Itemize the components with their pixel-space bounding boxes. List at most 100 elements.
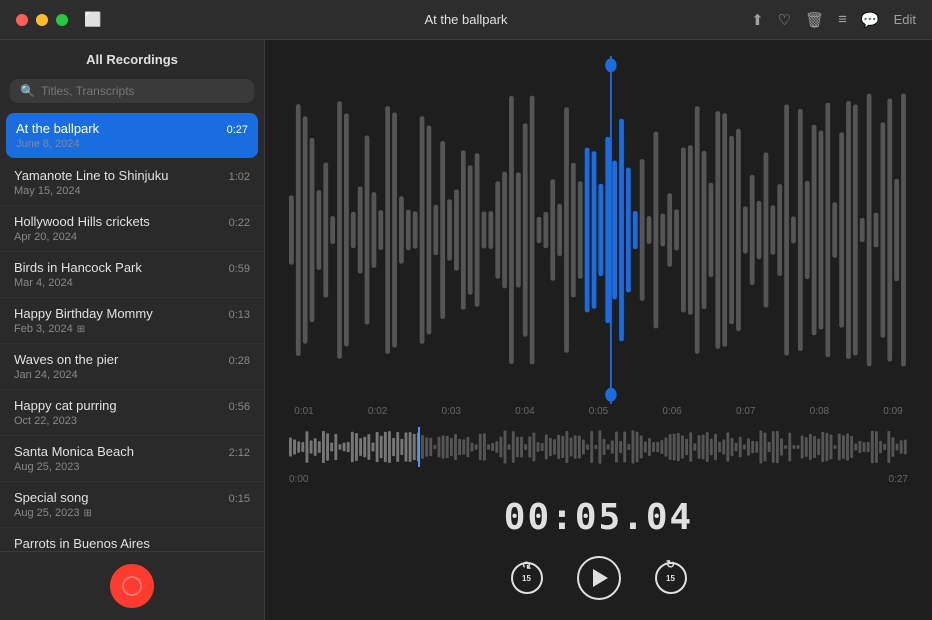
recording-date-santa: Aug 25, 2023	[14, 461, 79, 473]
waveform-svg	[289, 56, 908, 404]
recording-date-birthday: Feb 3, 2024	[14, 323, 73, 335]
mini-time-labels: 0:00 0:27	[289, 472, 908, 487]
recording-date-ballpark: June 8, 2024	[16, 138, 80, 150]
recording-title-cat: Happy cat purring	[14, 398, 117, 413]
traffic-lights: ⬜	[16, 11, 101, 28]
mini-time-start: 0:00	[289, 474, 308, 485]
recording-meta-birthday: Feb 3, 2024 ⊞	[14, 323, 250, 335]
recording-date-birds: Mar 4, 2024	[14, 277, 73, 289]
recording-meta-ballpark: June 8, 2024	[16, 138, 248, 150]
timer-display: 00:05.04	[289, 497, 908, 538]
search-bar[interactable]: 🔍	[10, 79, 254, 103]
skip-back-label: 15	[522, 574, 531, 583]
play-button[interactable]	[577, 556, 621, 600]
recording-item-special[interactable]: Special song 0:15 Aug 25, 2023 ⊞	[0, 482, 264, 528]
main-layout: All Recordings 🔍 At the ballpark 0:27 June…	[0, 40, 932, 620]
shared-icon-birthday: ⊞	[77, 324, 85, 335]
search-icon: 🔍	[20, 84, 35, 98]
skip-back-arrow: ↻	[522, 558, 531, 571]
recording-title-hollywood: Hollywood Hills crickets	[14, 214, 150, 229]
skip-forward-arrow: ↻	[666, 558, 675, 571]
recording-title-yamanote: Yamanote Line to Shinjuku	[14, 168, 168, 183]
recording-item-cat[interactable]: Happy cat purring 0:56 Oct 22, 2023	[0, 390, 264, 436]
recording-duration-hollywood: 0:22	[229, 217, 250, 229]
sidebar: All Recordings 🔍 At the ballpark 0:27 June…	[0, 40, 265, 620]
recording-duration-cat: 0:56	[229, 401, 250, 413]
recording-meta-yamanote: May 15, 2024	[14, 185, 250, 197]
recording-duration-ballpark: 0:27	[227, 124, 248, 136]
recording-item-waves[interactable]: Waves on the pier 0:28 Jan 24, 2024	[0, 344, 264, 390]
skip-forward-button[interactable]: 15 ↻	[653, 560, 689, 596]
recording-title-waves: Waves on the pier	[14, 352, 118, 367]
recording-title-ballpark: At the ballpark	[16, 121, 99, 136]
content-area: 0:010:020:030:040:050:060:070:080:09 0:0…	[265, 40, 932, 620]
recording-date-yamanote: May 15, 2024	[14, 185, 81, 197]
maximize-button[interactable]	[56, 14, 68, 26]
recording-item-yamanote[interactable]: Yamanote Line to Shinjuku 1:02 May 15, 202…	[0, 160, 264, 206]
edit-button[interactable]: Edit	[894, 12, 916, 27]
time-label-006: 0:06	[657, 406, 687, 417]
titlebar: ⬜ At the ballpark ⬆ ♡ 🗑 ≡ 💬 Edit	[0, 0, 932, 40]
main-waveform[interactable]	[289, 56, 908, 404]
time-label-003: 0:03	[436, 406, 466, 417]
heart-icon[interactable]: ♡	[778, 11, 791, 29]
recording-date-special: Aug 25, 2023	[14, 507, 79, 519]
recording-item-parrots[interactable]: Parrots in Buenos Aires	[0, 528, 264, 551]
skip-back-button[interactable]: 15 ↻	[509, 560, 545, 596]
recording-date-waves: Jan 24, 2024	[14, 369, 78, 381]
bubble-icon[interactable]: 💬	[861, 11, 880, 29]
sidebar-header: All Recordings	[0, 40, 264, 75]
time-labels-main: 0:010:020:030:040:050:060:070:080:09	[289, 404, 908, 419]
recording-title-special: Special song	[14, 490, 88, 505]
recording-item-birthday[interactable]: Happy Birthday Mommy 0:13 Feb 3, 2024 ⊞	[0, 298, 264, 344]
play-icon	[593, 569, 608, 587]
recording-title-birds: Birds in Hancock Park	[14, 260, 142, 275]
recording-duration-yamanote: 1:02	[229, 171, 250, 183]
sidebar-footer	[0, 551, 264, 620]
titlebar-actions: ⬆ ♡ 🗑 ≡ 💬 Edit	[751, 11, 916, 29]
mini-waveform-svg	[289, 427, 908, 467]
time-label-002: 0:02	[363, 406, 393, 417]
recording-duration-birds: 0:59	[229, 263, 250, 275]
close-button[interactable]	[16, 14, 28, 26]
recording-duration-birthday: 0:13	[229, 309, 250, 321]
recording-meta-santa: Aug 25, 2023	[14, 461, 250, 473]
playback-controls: 15 ↻ 15 ↻	[289, 548, 908, 604]
mini-waveform[interactable]: 0:00 0:27	[289, 427, 908, 487]
time-label-005: 0:05	[584, 406, 614, 417]
recording-meta-cat: Oct 22, 2023	[14, 415, 250, 427]
trash-icon[interactable]: 🗑	[805, 11, 824, 29]
recording-duration-special: 0:15	[229, 493, 250, 505]
skip-forward-label: 15	[666, 574, 675, 583]
recording-title-parrots: Parrots in Buenos Aires	[14, 536, 150, 551]
skip-forward-circle: 15 ↻	[655, 562, 687, 594]
recording-duration-santa: 2:12	[229, 447, 250, 459]
share-icon[interactable]: ⬆	[751, 11, 764, 29]
record-button[interactable]	[110, 564, 154, 608]
time-label-008: 0:08	[804, 406, 834, 417]
search-input[interactable]	[41, 84, 244, 98]
waveform-container: 0:010:020:030:040:050:060:070:080:09 0:0…	[289, 56, 908, 487]
recording-date-cat: Oct 22, 2023	[14, 415, 77, 427]
recording-title-santa: Santa Monica Beach	[14, 444, 134, 459]
recording-date-hollywood: Apr 20, 2024	[14, 231, 77, 243]
list-icon[interactable]: ≡	[838, 11, 847, 28]
recording-item-santa[interactable]: Santa Monica Beach 2:12 Aug 25, 2023	[0, 436, 264, 482]
window-title: At the ballpark	[424, 12, 507, 27]
recordings-list: At the ballpark 0:27 June 8, 2024 Yamanote …	[0, 111, 264, 551]
recording-item-hollywood[interactable]: Hollywood Hills crickets 0:22 Apr 20, 2024	[0, 206, 264, 252]
recording-meta-birds: Mar 4, 2024	[14, 277, 250, 289]
time-label-007: 0:07	[731, 406, 761, 417]
skip-back-circle: 15 ↻	[511, 562, 543, 594]
sidebar-toggle-icon[interactable]: ⬜	[84, 11, 101, 28]
recording-meta-waves: Jan 24, 2024	[14, 369, 250, 381]
time-label-009: 0:09	[878, 406, 908, 417]
recording-title-birthday: Happy Birthday Mommy	[14, 306, 153, 321]
recording-meta-special: Aug 25, 2023 ⊞	[14, 507, 250, 519]
recording-item-ballpark[interactable]: At the ballpark 0:27 June 8, 2024	[6, 113, 258, 158]
minimize-button[interactable]	[36, 14, 48, 26]
shared-icon-special: ⊞	[83, 508, 91, 519]
recording-item-birds[interactable]: Birds in Hancock Park 0:59 Mar 4, 2024	[0, 252, 264, 298]
recording-duration-waves: 0:28	[229, 355, 250, 367]
time-label-004: 0:04	[510, 406, 540, 417]
